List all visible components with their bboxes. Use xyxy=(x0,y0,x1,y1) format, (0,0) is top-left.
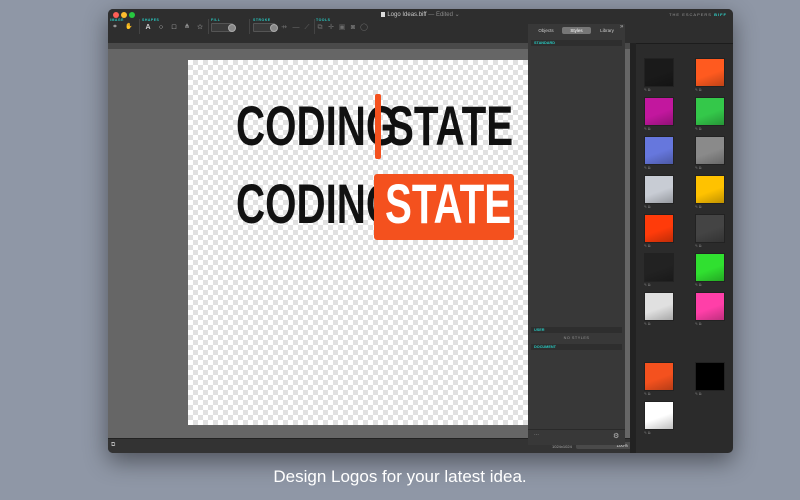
style-actions-icon[interactable]: ✎ ⧉ xyxy=(695,88,701,92)
style-green-tile[interactable] xyxy=(695,253,725,282)
toolbar-divider xyxy=(208,19,209,34)
style-actions-icon[interactable]: ✎ ⧉ xyxy=(644,205,650,209)
style-actions-icon[interactable]: ✎ ⧉ xyxy=(644,127,650,131)
no-styles-label: NO STYLES xyxy=(563,336,590,340)
stroke-options-button[interactable] xyxy=(270,24,278,32)
panel-menu-icon[interactable]: ⋯ xyxy=(534,432,539,438)
stack-icon[interactable]: ⧉ xyxy=(111,442,118,448)
text-tool-icon[interactable]: A xyxy=(144,23,152,32)
logo1-left-text[interactable]: CODING xyxy=(236,98,397,154)
style-actions-icon[interactable]: ✎ ⧉ xyxy=(695,283,701,287)
style-actions-icon[interactable]: ✎ ⧉ xyxy=(644,392,650,396)
document-icon xyxy=(381,11,386,17)
image-group-label: IMAGE xyxy=(110,18,124,22)
tab-library[interactable]: Library xyxy=(592,27,622,34)
camera-icon[interactable]: ◙ xyxy=(349,23,357,32)
hand-icon[interactable]: ✋ xyxy=(125,23,133,32)
arrange-icon[interactable]: ▣ xyxy=(338,23,346,32)
artboard[interactable]: CODING STATE CODING STATE xyxy=(188,60,554,425)
style-actions-icon[interactable]: ✎ ⧉ xyxy=(644,283,650,287)
toolbar-divider xyxy=(314,19,315,34)
style-actions-icon[interactable]: ✎ ⧉ xyxy=(644,431,650,435)
style-blue-gradient-tile[interactable] xyxy=(644,136,674,165)
style-actions-icon[interactable]: ✎ ⧉ xyxy=(695,166,701,170)
style-actions-icon[interactable]: ✎ ⧉ xyxy=(644,88,650,92)
stroke-style-icon[interactable]: ⇸ xyxy=(280,23,288,32)
standard-section-header[interactable]: STANDARD xyxy=(531,40,622,46)
toolbar-divider xyxy=(139,19,140,34)
stroke-group-label: STROKE xyxy=(253,18,271,22)
doc-orange-tile[interactable] xyxy=(644,362,674,391)
crop-icon[interactable]: ⌗ xyxy=(111,23,119,32)
rectangle-tool-icon[interactable]: □ xyxy=(170,23,178,32)
style-magenta-tile[interactable] xyxy=(644,97,674,126)
style-light-gradient-tile[interactable] xyxy=(644,175,674,204)
panel-tabs: Objects Styles Library xyxy=(531,27,622,34)
style-pink-dots-tile[interactable] xyxy=(695,292,725,321)
style-gray-gradient-tile[interactable] xyxy=(695,136,725,165)
style-black-frame-tile[interactable] xyxy=(644,58,674,87)
edited-indicator[interactable]: — Edited ⌄ xyxy=(428,12,459,18)
title-bar: Logo Ideas.biff — Edited ⌄ THE ESCAPERS … xyxy=(108,9,733,44)
panel-divider[interactable] xyxy=(630,43,636,453)
toolbar-divider xyxy=(249,19,250,34)
style-white-gradient-tile[interactable] xyxy=(644,292,674,321)
gear-icon[interactable]: ⚙ xyxy=(613,432,619,440)
effect-icon[interactable]: ◯ xyxy=(360,23,368,32)
style-green-radial-tile[interactable] xyxy=(695,97,725,126)
tools-group-label: TOOLS xyxy=(316,18,331,22)
tab-objects[interactable]: Objects xyxy=(531,27,561,34)
logo1-divider-bar[interactable] xyxy=(375,94,381,159)
line-icon[interactable]: — xyxy=(292,23,300,32)
style-actions-icon[interactable]: ✎ ⧉ xyxy=(695,244,701,248)
style-actions-icon[interactable]: ✎ ⧉ xyxy=(695,205,701,209)
window-title: Logo Ideas.biff — Edited ⌄ xyxy=(108,11,733,18)
logo1-right-text[interactable]: STATE xyxy=(387,98,513,154)
style-actions-icon[interactable]: ✎ ⧉ xyxy=(644,166,650,170)
fill-group-label: FILL xyxy=(211,18,221,22)
document-section-header[interactable]: DOCUMENT xyxy=(531,344,622,350)
align-icon[interactable]: ✛ xyxy=(327,23,335,32)
style-yellow-orange-tile[interactable] xyxy=(695,175,725,204)
style-actions-icon[interactable]: ✎ ⧉ xyxy=(644,322,650,326)
diagonal-line-icon[interactable]: ⟋ xyxy=(303,23,311,32)
doc-black-tile[interactable] xyxy=(695,362,725,391)
path-tool-icon[interactable]: ⋔ xyxy=(183,23,191,32)
styles-panel xyxy=(528,24,625,444)
group-icon[interactable]: ⧉ xyxy=(316,23,324,32)
style-actions-icon[interactable]: ✎ ⧉ xyxy=(695,322,701,326)
style-actions-icon[interactable]: ✎ ⧉ xyxy=(644,244,650,248)
ellipse-tool-icon[interactable]: ○ xyxy=(157,23,165,32)
app-window: Logo Ideas.biff — Edited ⌄ THE ESCAPERS … xyxy=(108,9,733,453)
style-orange-dots-tile[interactable] xyxy=(695,58,725,87)
shapes-group-label: SHAPES xyxy=(142,18,160,22)
star-tool-icon[interactable]: ☆ xyxy=(196,23,204,32)
brand-label: THE ESCAPERS BIFF xyxy=(669,12,727,17)
style-actions-icon[interactable]: ✎ ⧉ xyxy=(695,392,701,396)
user-section-header[interactable]: USER xyxy=(531,327,622,333)
tab-styles[interactable]: Styles xyxy=(562,27,591,34)
logo2-right-text[interactable]: STATE xyxy=(385,176,511,232)
style-actions-icon[interactable]: ✎ ⧉ xyxy=(695,127,701,131)
style-dark-gradient-tile[interactable] xyxy=(644,253,674,282)
style-red-radial-tile[interactable] xyxy=(644,214,674,243)
marketing-caption: Design Logos for your latest idea. xyxy=(273,467,527,486)
doc-white-tile[interactable] xyxy=(644,401,674,430)
panel-footer xyxy=(528,429,625,445)
style-metal-gradient-tile[interactable] xyxy=(695,214,725,243)
fill-options-button[interactable] xyxy=(228,24,236,32)
